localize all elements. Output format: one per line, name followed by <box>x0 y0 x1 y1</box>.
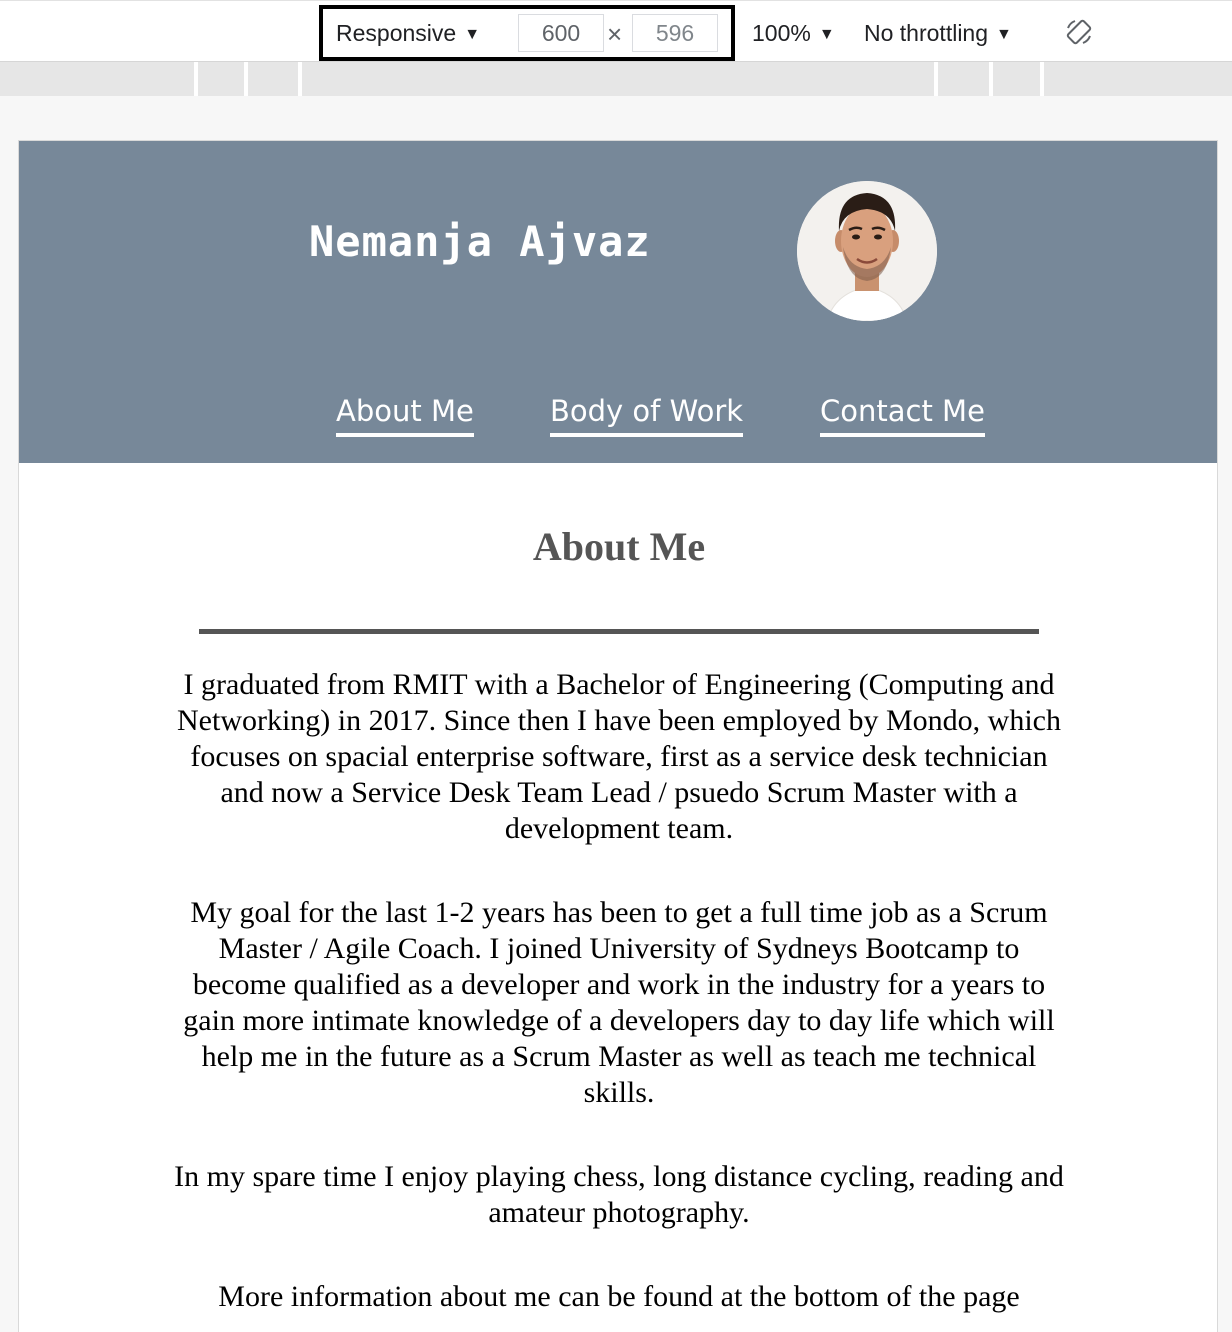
devtools-device-toolbar: Responsive ▼ 600 × 596 100% ▼ No throttlin… <box>0 0 1232 62</box>
site-title: Nemanja Ajvaz <box>309 217 651 266</box>
about-paragraph-2: My goal for the last 1-2 years has been … <box>183 896 1055 1109</box>
caret-down-icon: ▼ <box>464 26 481 43</box>
zoom-label: 100% <box>752 20 811 46</box>
throttling-label: No throttling <box>864 20 989 46</box>
nav-about-me-link[interactable]: About Me <box>336 391 474 437</box>
rotate-icon[interactable] <box>1064 17 1094 47</box>
caret-down-icon: ▼ <box>818 26 835 43</box>
about-paragraph-4: More information about me can be found a… <box>218 1280 1020 1313</box>
ruler-tick <box>298 62 302 96</box>
ruler-tick <box>989 62 993 96</box>
profile-photo <box>797 181 937 321</box>
ruler-tick <box>934 62 938 96</box>
device-mode-dropdown[interactable]: Responsive ▼ <box>336 19 480 51</box>
device-mode-label: Responsive <box>336 20 457 46</box>
about-paragraph-1: I graduated from RMIT with a Bachelor of… <box>177 668 1061 845</box>
caret-down-icon: ▼ <box>996 26 1012 43</box>
site-header: Nemanja Ajvaz About Me Body of Work Cont… <box>19 141 1217 463</box>
height-input[interactable]: 596 <box>632 14 718 52</box>
avatar <box>797 181 937 321</box>
page-viewport: Nemanja Ajvaz About Me Body of Work Cont… <box>18 140 1218 1332</box>
ruler-tick <box>1040 62 1044 96</box>
ruler-tick <box>244 62 248 96</box>
media-query-ruler[interactable] <box>0 62 1232 96</box>
dimension-times-sign: × <box>607 19 623 49</box>
about-paragraph-3: In my spare time I enjoy playing chess, … <box>174 1160 1064 1229</box>
nav-contact-me-link[interactable]: Contact Me <box>820 391 985 437</box>
nav-body-of-work-link[interactable]: Body of Work <box>550 391 744 437</box>
ruler-tick <box>194 62 198 96</box>
section-divider <box>199 629 1039 634</box>
about-heading: About Me <box>532 524 706 569</box>
width-input[interactable]: 600 <box>518 14 604 52</box>
throttling-dropdown[interactable]: No throttling ▼ <box>864 19 1012 51</box>
zoom-dropdown[interactable]: 100% ▼ <box>752 19 835 51</box>
